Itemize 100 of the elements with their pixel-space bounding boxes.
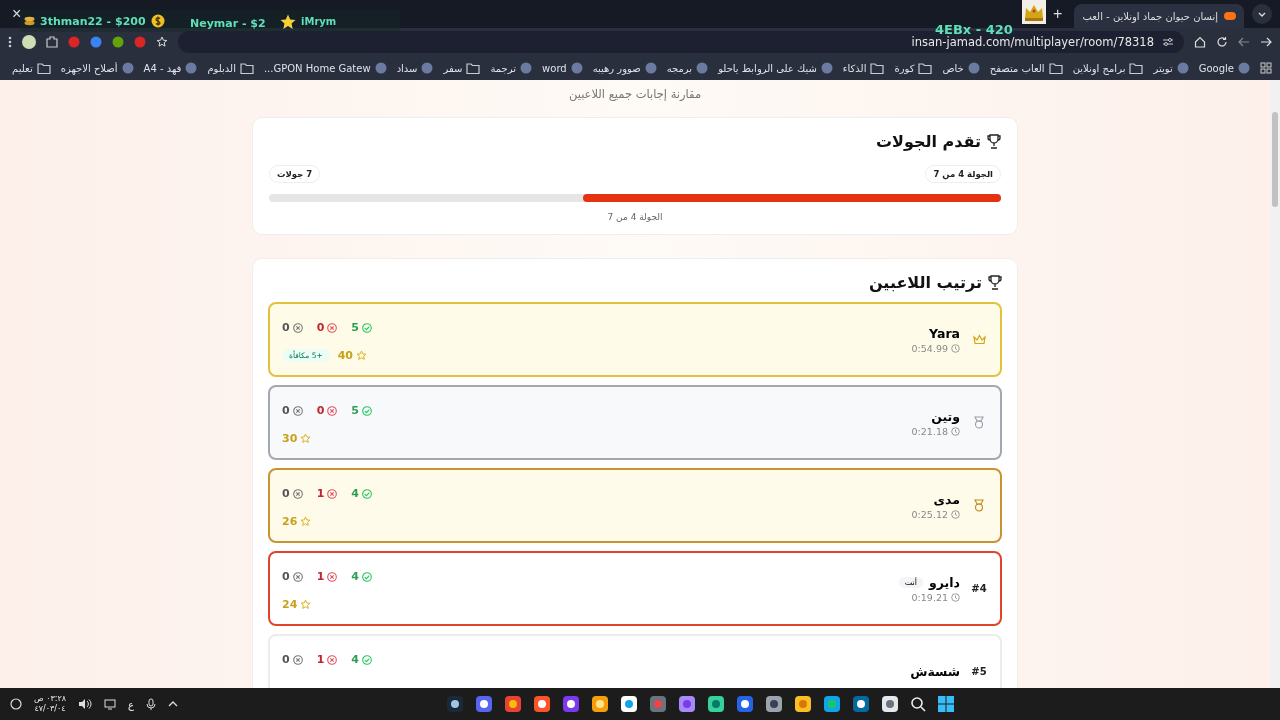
card-title: تقدم الجولات (875, 132, 981, 151)
check-circle-icon (361, 654, 372, 665)
site-icon (121, 62, 134, 74)
skipped-count: 0 (282, 487, 290, 500)
bookmark-item[interactable]: برامج اونلاين (1072, 62, 1144, 74)
donation-text: Neymar - $2 (190, 17, 266, 30)
x-circle-icon (327, 654, 338, 665)
bookmark-item[interactable]: ترجمة (490, 62, 533, 74)
bookmark-item[interactable]: الدبلوم (207, 62, 254, 74)
coins-icon (24, 16, 35, 26)
player-name: دايرو (929, 574, 960, 590)
donation-text: 3thman22 - $200 (40, 14, 146, 28)
medal-icon (973, 416, 985, 429)
chevron-up-icon[interactable] (168, 701, 179, 707)
bookmark-item[interactable]: تويتر (1153, 62, 1189, 74)
tune-icon[interactable] (1162, 37, 1174, 47)
wrong-count: 1 (316, 570, 325, 583)
correct-count: 5 (351, 321, 359, 334)
correct-count: 4 (351, 653, 359, 666)
dollar-coin-icon (150, 14, 165, 28)
speaker-icon[interactable] (78, 698, 93, 710)
player-name: Yara (929, 325, 960, 341)
wrong-count: 1 (316, 487, 325, 500)
site-icon (1176, 62, 1189, 74)
x-circle-icon (327, 571, 338, 582)
x-circle-icon (327, 405, 338, 416)
bookmark-item[interactable]: سفر (443, 62, 481, 74)
browser-tab[interactable]: إنسان حيوان جماد اونلاين - العب (1074, 4, 1244, 28)
reload-icon[interactable] (1216, 36, 1228, 48)
search-icon[interactable] (909, 696, 926, 712)
bookmark-item[interactable]: سداد (396, 62, 434, 74)
x-circle-icon (327, 322, 338, 333)
extension-icon[interactable] (112, 36, 124, 48)
x-circle-icon (292, 322, 303, 333)
bookmark-item[interactable]: الذكاء (842, 62, 885, 74)
site-icon (421, 62, 434, 74)
medal-icon (973, 499, 985, 512)
skipped-count: 0 (282, 570, 290, 583)
site-icon (967, 62, 980, 74)
start-icon[interactable] (936, 695, 955, 713)
x-circle-icon (292, 654, 303, 665)
star-icon (300, 433, 312, 444)
player-name: وتين (931, 408, 960, 424)
points-value: 24 (282, 598, 298, 611)
microphone-icon[interactable] (146, 698, 157, 710)
check-circle-icon (361, 571, 372, 582)
wrong-count: 0 (316, 404, 325, 417)
back-arrow-icon[interactable] (1238, 36, 1250, 48)
site-icon (374, 62, 387, 74)
bookmark-item[interactable]: فهد - A4 (143, 62, 198, 74)
rank-number: #4 (971, 583, 987, 594)
x-circle-icon (292, 571, 303, 582)
home-icon[interactable] (1194, 36, 1206, 48)
x-circle-icon (292, 488, 303, 499)
site-icon (185, 62, 198, 74)
wrong-count: 0 (316, 321, 325, 334)
avatar-icon[interactable] (22, 35, 36, 49)
player-time: 0:21.18 (911, 425, 948, 437)
close-button[interactable]: × (8, 5, 26, 23)
bookmark-item[interactable]: شيك على الروابط ياحلو (718, 62, 833, 74)
x-circle-icon (292, 405, 303, 416)
bookmark-item[interactable]: أصلاح الاجهزه (60, 62, 134, 74)
points-value: 26 (282, 515, 298, 528)
site-icon (696, 62, 709, 74)
skipped-count: 0 (282, 321, 290, 334)
apps-grid-icon[interactable] (1260, 62, 1272, 74)
bookmark-item[interactable]: تعليم (12, 62, 51, 74)
new-tab-button[interactable]: + (1049, 5, 1067, 23)
clock[interactable]: ٠٣:٢٨ ص ٤٧/٠٣/٠٤ (34, 694, 67, 714)
player-time: 0:54.99 (911, 342, 948, 354)
tab-list-button[interactable] (1252, 4, 1272, 24)
bookmark-item[interactable]: العاب متصفح (989, 62, 1063, 74)
rank-number: #5 (971, 666, 987, 677)
total-badge: 7 جولات (269, 165, 321, 183)
menu-icon[interactable] (8, 36, 12, 48)
bookmark-item[interactable]: word (542, 62, 583, 74)
bookmark-star-icon[interactable] (156, 36, 168, 48)
forward-arrow-icon[interactable] (1260, 36, 1272, 48)
site-icon (644, 62, 657, 74)
bookmark-item[interactable]: GPON Home Gatew... (263, 62, 387, 74)
scrollbar[interactable] (1270, 80, 1280, 688)
bookmark-item[interactable]: Google (1198, 62, 1250, 74)
extension-icon[interactable] (68, 36, 80, 48)
round-badge: الجولة 4 من 7 (925, 165, 1001, 183)
x-circle-icon (327, 488, 338, 499)
wrong-count: 1 (316, 653, 325, 666)
notification-icon[interactable] (10, 698, 22, 710)
donation-text: iMrym (301, 16, 337, 27)
tab-title: إنسان حيوان جماد اونلاين - العب (1082, 10, 1218, 22)
puzzle-icon[interactable] (46, 36, 58, 48)
correct-count: 4 (351, 487, 359, 500)
extension-icon[interactable] (90, 36, 102, 48)
language-indicator[interactable]: ع (128, 698, 135, 710)
bookmark-item[interactable]: برمجه (666, 62, 709, 74)
bookmark-item[interactable]: صوور رهيبه (592, 62, 657, 74)
skipped-count: 0 (282, 653, 290, 666)
star-icon (356, 350, 368, 361)
bookmark-item[interactable]: كورة (894, 62, 933, 74)
bookmark-item[interactable]: خاص (942, 62, 980, 74)
extension-icon[interactable] (134, 36, 146, 48)
